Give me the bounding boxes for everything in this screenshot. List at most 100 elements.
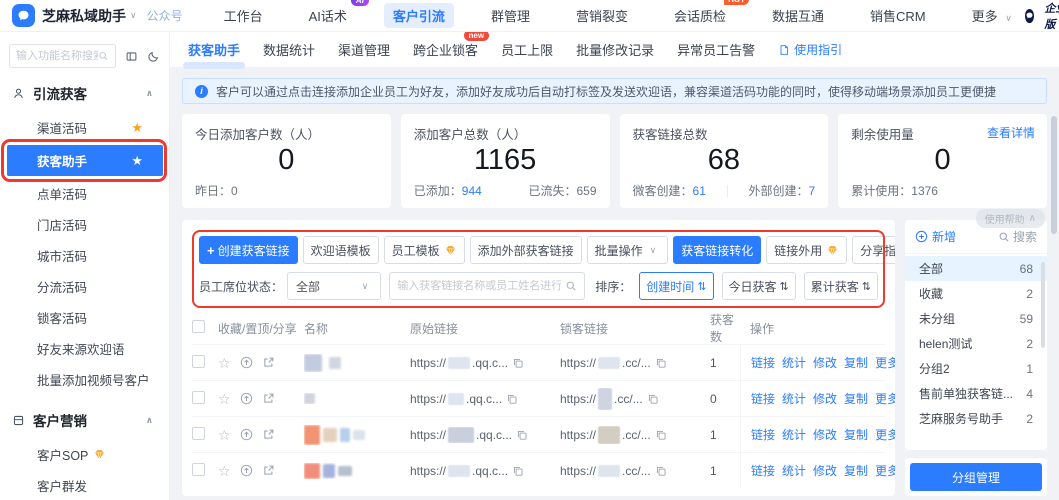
sidebar-item-city-live-code[interactable]: 城市活码 bbox=[0, 240, 169, 271]
nav-item-group-management[interactable]: 群管理 bbox=[482, 3, 539, 28]
action-more[interactable]: 更多 bbox=[875, 426, 895, 443]
group-item-helen-test[interactable]: helen测试2 bbox=[905, 331, 1047, 356]
group-item-all[interactable]: 全部68 bbox=[905, 256, 1047, 281]
nav-item-chat-inspection[interactable]: 会话质检HOT bbox=[665, 3, 735, 28]
nav-item-ai-script[interactable]: AI话术AI bbox=[300, 3, 356, 28]
group-item-ungrouped[interactable]: 未分组59 bbox=[905, 306, 1047, 331]
link-conversion-button[interactable]: 获客链接转化 bbox=[673, 236, 761, 264]
tab-data-statistics[interactable]: 数据统计 bbox=[263, 40, 315, 59]
link-search-input[interactable] bbox=[397, 280, 561, 292]
action-edit[interactable]: 修改 bbox=[813, 354, 837, 371]
row-checkbox[interactable] bbox=[192, 391, 205, 404]
sidebar-item-customer-mass-send[interactable]: 客户群发 bbox=[0, 470, 169, 500]
share-icon[interactable] bbox=[262, 356, 275, 369]
tab-cross-company-lock[interactable]: 跨企业锁客new bbox=[413, 40, 478, 59]
sort-by-create-time[interactable]: 创建时间⇅ bbox=[639, 272, 713, 300]
collapse-icon[interactable]: ∧ bbox=[146, 88, 153, 99]
favorite-star-icon[interactable]: ★ bbox=[131, 120, 143, 136]
copy-icon[interactable] bbox=[647, 393, 659, 405]
action-stats[interactable]: 统计 bbox=[782, 390, 806, 407]
pin-top-icon[interactable] bbox=[240, 464, 253, 477]
section-lead-acquisition[interactable]: 引流获客 ∧ bbox=[0, 68, 169, 112]
group-manage-button[interactable]: 分组管理 bbox=[910, 463, 1042, 491]
page-scrollbar[interactable] bbox=[1051, 116, 1057, 234]
add-group-button[interactable]: 新增 bbox=[915, 228, 956, 245]
group-search-button[interactable]: 搜索 bbox=[998, 228, 1037, 245]
action-link[interactable]: 链接 bbox=[751, 426, 775, 443]
sort-by-today-acquired[interactable]: 今日获客⇅ bbox=[722, 272, 796, 300]
group-item-group2[interactable]: 分组21 bbox=[905, 356, 1047, 381]
copy-icon[interactable] bbox=[655, 429, 667, 441]
sort-by-total-acquired[interactable]: 累计获客⇅ bbox=[804, 272, 878, 300]
share-icon[interactable] bbox=[262, 464, 275, 477]
nav-item-customer-acquisition[interactable]: 客户引流 bbox=[384, 3, 454, 28]
sidebar-search-input[interactable] bbox=[16, 50, 98, 62]
pin-top-icon[interactable] bbox=[240, 428, 253, 441]
tab-staff-limit[interactable]: 员工上限 bbox=[501, 40, 553, 59]
nav-item-data-exchange[interactable]: 数据互通 bbox=[763, 3, 833, 28]
action-link[interactable]: 链接 bbox=[751, 390, 775, 407]
welcome-template-button[interactable]: 欢迎语模板 bbox=[303, 236, 379, 264]
sidebar-item-friend-source-welcome[interactable]: 好友来源欢迎语 bbox=[0, 333, 169, 364]
tab-abnormal-staff-alert[interactable]: 异常员工告警 bbox=[677, 40, 755, 59]
pin-top-icon[interactable] bbox=[240, 392, 253, 405]
sidebar-item-split-live-code[interactable]: 分流活码 bbox=[0, 271, 169, 302]
group-item-presale-links[interactable]: 售前单独获客链...4 bbox=[905, 381, 1047, 406]
account-type-link[interactable]: 公众号 bbox=[147, 7, 183, 24]
copy-icon[interactable] bbox=[655, 465, 667, 477]
nav-item-marketing-fission[interactable]: 营销裂变 bbox=[567, 3, 637, 28]
brand-caret-icon[interactable]: ∨ bbox=[130, 10, 137, 21]
row-checkbox[interactable] bbox=[192, 427, 205, 440]
action-copy[interactable]: 复制 bbox=[844, 462, 868, 479]
sidebar-item-batch-add-video-customers[interactable]: 批量添加视频号客户 bbox=[0, 364, 169, 395]
action-stats[interactable]: 统计 bbox=[782, 426, 806, 443]
copy-icon[interactable] bbox=[506, 393, 518, 405]
favorite-star-icon[interactable]: ☆ bbox=[218, 356, 231, 370]
action-edit[interactable]: 修改 bbox=[813, 390, 837, 407]
sidebar-item-customer-sop[interactable]: 客户SOP bbox=[0, 439, 169, 470]
action-more[interactable]: 更多 bbox=[875, 354, 895, 371]
action-edit[interactable]: 修改 bbox=[813, 426, 837, 443]
action-copy[interactable]: 复制 bbox=[844, 426, 868, 443]
usage-guide-link[interactable]: 使用指引 bbox=[778, 41, 842, 58]
add-external-link-button[interactable]: 添加外部获客链接 bbox=[470, 236, 582, 264]
copy-icon[interactable] bbox=[512, 465, 524, 477]
tab-channel-management[interactable]: 渠道管理 bbox=[338, 40, 390, 59]
sidebar-item-channel-live-code[interactable]: 渠道活码★ bbox=[0, 112, 169, 143]
seat-status-select[interactable]: 全部∨ bbox=[287, 272, 381, 300]
panel-toggle-icon[interactable] bbox=[125, 50, 138, 63]
action-link[interactable]: 链接 bbox=[751, 354, 775, 371]
link-search-box[interactable] bbox=[389, 272, 585, 300]
sidebar-item-lock-live-code[interactable]: 锁客活码 bbox=[0, 302, 169, 333]
favorite-star-icon[interactable]: ★ bbox=[131, 153, 143, 169]
collapse-icon[interactable]: ∧ bbox=[146, 415, 153, 426]
sidebar-search-box[interactable] bbox=[9, 44, 116, 68]
share-icon[interactable] bbox=[262, 428, 275, 441]
sidebar-item-order-live-code[interactable]: 点单活码 bbox=[0, 178, 169, 209]
group-item-favorites[interactable]: 收藏2 bbox=[905, 281, 1047, 306]
action-copy[interactable]: 复制 bbox=[844, 390, 868, 407]
group-list-scrollbar[interactable] bbox=[1041, 262, 1045, 348]
action-copy[interactable]: 复制 bbox=[844, 354, 868, 371]
action-link[interactable]: 链接 bbox=[751, 462, 775, 479]
create-link-button[interactable]: +创建获客链接 bbox=[199, 236, 298, 264]
sidebar-item-store-live-code[interactable]: 门店活码 bbox=[0, 209, 169, 240]
share-metrics-button[interactable]: 分享指标 bbox=[852, 236, 895, 264]
sidebar-item-acquisition-assistant[interactable]: 获客助手 ★ bbox=[7, 145, 163, 176]
share-icon[interactable] bbox=[262, 392, 275, 405]
select-all-checkbox[interactable] bbox=[192, 320, 205, 333]
action-edit[interactable]: 修改 bbox=[813, 462, 837, 479]
tab-batch-modify-log[interactable]: 批量修改记录 bbox=[576, 40, 654, 59]
group-item-service-assistant[interactable]: 芝麻服务号助手2 bbox=[905, 406, 1047, 431]
staff-template-button[interactable]: 员工模板 bbox=[384, 236, 465, 264]
copy-icon[interactable] bbox=[655, 357, 667, 369]
batch-operations-button[interactable]: 批量操作∨ bbox=[587, 236, 669, 264]
copy-icon[interactable] bbox=[516, 429, 528, 441]
pin-top-icon[interactable] bbox=[240, 356, 253, 369]
action-stats[interactable]: 统计 bbox=[782, 462, 806, 479]
row-checkbox[interactable] bbox=[192, 463, 205, 476]
dark-mode-moon-icon[interactable] bbox=[147, 50, 160, 63]
row-checkbox[interactable] bbox=[192, 355, 205, 368]
usage-help-collapsed-tab[interactable]: 使用帮助∧ bbox=[976, 209, 1045, 228]
nav-item-workbench[interactable]: 工作台 bbox=[215, 3, 272, 28]
